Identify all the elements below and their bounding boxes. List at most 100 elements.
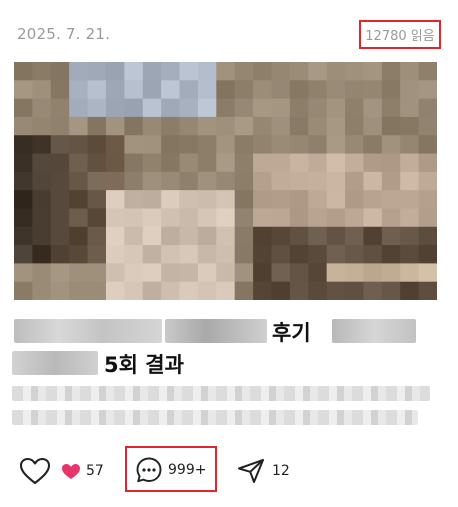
mosaic-tile bbox=[69, 281, 89, 300]
mosaic-tile bbox=[271, 80, 291, 100]
blurred-title-text bbox=[165, 319, 267, 343]
mosaic-tile bbox=[87, 62, 107, 81]
mosaic-tile bbox=[105, 153, 125, 173]
mosaic-tile bbox=[363, 208, 383, 228]
mosaic-tile bbox=[216, 98, 236, 118]
mosaic-tile bbox=[234, 226, 254, 246]
mosaic-tile bbox=[87, 226, 107, 246]
mosaic-tile bbox=[179, 171, 199, 191]
mosaic-tile bbox=[87, 245, 107, 264]
mosaic-tile bbox=[308, 153, 328, 173]
mosaic-tile bbox=[345, 116, 365, 136]
mosaic-tile bbox=[161, 281, 181, 300]
mosaic-tile bbox=[87, 281, 107, 300]
mosaic-tile bbox=[326, 208, 346, 228]
mosaic-tile bbox=[14, 190, 33, 210]
mosaic-tile bbox=[50, 153, 70, 173]
mosaic-tile bbox=[253, 171, 273, 191]
mosaic-tile bbox=[345, 135, 365, 155]
mosaic-tile bbox=[87, 80, 107, 100]
title-word-review: 후기 bbox=[272, 321, 311, 345]
mosaic-tile bbox=[363, 171, 383, 191]
mosaic-tile bbox=[69, 226, 89, 246]
mosaic-tile bbox=[50, 226, 70, 246]
post-image[interactable] bbox=[14, 62, 437, 300]
mosaic-tile bbox=[363, 98, 383, 118]
mosaic-tile bbox=[308, 281, 328, 300]
mosaic-tile bbox=[234, 171, 254, 191]
mosaic-tile bbox=[197, 245, 217, 264]
mosaic-tile bbox=[69, 263, 89, 283]
mosaic-tile bbox=[69, 116, 89, 136]
mosaic-tile bbox=[308, 263, 328, 283]
post-title[interactable]: 후기 5회 결과 bbox=[12, 316, 442, 380]
mosaic-tile bbox=[216, 226, 236, 246]
mosaic-tile bbox=[271, 208, 291, 228]
mosaic-tile bbox=[363, 62, 383, 81]
mosaic-tile bbox=[253, 116, 273, 136]
mosaic-tile bbox=[289, 281, 309, 300]
mosaic-tile bbox=[216, 135, 236, 155]
mosaic-tile bbox=[32, 135, 52, 155]
mosaic-tile bbox=[161, 98, 181, 118]
mosaic-tile bbox=[14, 171, 33, 191]
mosaic-tile bbox=[69, 98, 89, 118]
heart-outline-icon[interactable] bbox=[18, 456, 52, 486]
likes-count: 57 bbox=[86, 463, 104, 479]
mosaic-tile bbox=[142, 208, 162, 228]
mosaic-tile bbox=[345, 208, 365, 228]
mosaic-tile bbox=[179, 226, 199, 246]
mosaic-tile bbox=[289, 62, 309, 81]
mosaic-tile bbox=[124, 245, 144, 264]
mosaic-tile bbox=[161, 153, 181, 173]
mosaic-tile bbox=[234, 208, 254, 228]
mosaic-tile bbox=[124, 153, 144, 173]
mosaic-tile bbox=[326, 116, 346, 136]
mosaic-tile bbox=[289, 171, 309, 191]
mosaic-tile bbox=[326, 80, 346, 100]
mosaic-tile bbox=[234, 153, 254, 173]
mosaic-tile bbox=[289, 208, 309, 228]
mosaic-tile bbox=[418, 116, 437, 136]
mosaic-tile bbox=[234, 263, 254, 283]
mosaic-tile bbox=[418, 226, 437, 246]
mosaic-tile bbox=[124, 80, 144, 100]
mosaic-tile bbox=[234, 98, 254, 118]
mosaic-tile bbox=[234, 190, 254, 210]
mosaic-tile bbox=[253, 98, 273, 118]
mosaic-tile bbox=[216, 245, 236, 264]
mosaic-tile bbox=[142, 135, 162, 155]
mosaic-tile bbox=[271, 245, 291, 264]
mosaic-tile bbox=[14, 226, 33, 246]
mosaic-tile bbox=[271, 62, 291, 81]
mosaic-tile bbox=[400, 263, 420, 283]
mosaic-tile bbox=[105, 208, 125, 228]
mosaic-tile bbox=[87, 98, 107, 118]
mosaic-tile bbox=[105, 226, 125, 246]
mosaic-tile bbox=[363, 226, 383, 246]
mosaic-tile bbox=[50, 263, 70, 283]
paper-plane-icon[interactable] bbox=[236, 457, 266, 485]
mosaic-tile bbox=[253, 208, 273, 228]
mosaic-tile bbox=[216, 281, 236, 300]
mosaic-tile bbox=[179, 245, 199, 264]
post-header: 2025. 7. 21. 12780 읽음 bbox=[0, 0, 458, 62]
mosaic-tile bbox=[179, 62, 199, 81]
mosaic-tile bbox=[345, 98, 365, 118]
mosaic-tile bbox=[363, 80, 383, 100]
mosaic-tile bbox=[69, 62, 89, 81]
mosaic-tile bbox=[253, 263, 273, 283]
mosaic-tile bbox=[32, 171, 52, 191]
mosaic-tile bbox=[400, 208, 420, 228]
mosaic-tile bbox=[142, 190, 162, 210]
mosaic-tile bbox=[142, 171, 162, 191]
mosaic-tile bbox=[142, 62, 162, 81]
mosaic-tile bbox=[400, 116, 420, 136]
mosaic-tile bbox=[197, 116, 217, 136]
comments-count: 999+ bbox=[168, 462, 207, 478]
mosaic-tile bbox=[289, 80, 309, 100]
mosaic-tile bbox=[14, 116, 33, 136]
comment-button[interactable]: 999+ bbox=[125, 446, 217, 492]
mosaic-tile bbox=[308, 245, 328, 264]
mosaic-tile bbox=[326, 190, 346, 210]
